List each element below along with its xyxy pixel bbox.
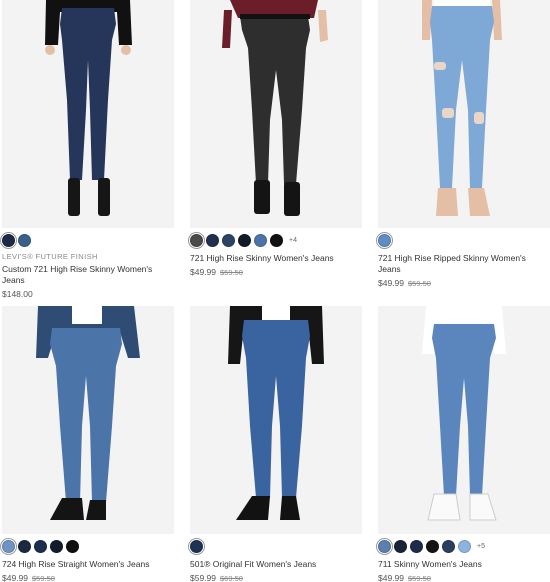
original-price: $59.50: [408, 574, 431, 582]
color-swatches: [2, 232, 174, 248]
product-name[interactable]: Custom 721 High Rise Skinny Women's Jean…: [2, 264, 174, 286]
product-card[interactable]: 721 High Rise Ripped Skinny Women's Jean…: [378, 0, 550, 288]
product-image[interactable]: [2, 0, 174, 228]
product-image[interactable]: [378, 0, 550, 228]
product-price: $49.99 $59.50: [378, 278, 550, 288]
color-swatches: [378, 232, 550, 248]
product-name[interactable]: 724 High Rise Straight Women's Jeans: [2, 559, 174, 570]
product-price: $49.99 $59.50: [2, 573, 174, 582]
product-card[interactable]: LEVI'S® FUTURE FINISH Custom 721 High Ri…: [2, 0, 174, 299]
color-swatch[interactable]: [190, 539, 203, 553]
color-swatch[interactable]: [18, 539, 31, 553]
color-swatches: +4: [190, 232, 362, 248]
original-price: $69.50: [220, 574, 243, 582]
color-swatch[interactable]: [270, 233, 283, 247]
more-colors-count[interactable]: +4: [289, 237, 297, 244]
sale-price: $49.99: [2, 573, 28, 582]
sale-price: $49.99: [378, 573, 404, 582]
sale-price: $148.00: [2, 289, 33, 299]
product-card[interactable]: +5 711 Skinny Women's Jeans $49.99 $59.50: [378, 306, 550, 582]
product-card[interactable]: 724 High Rise Straight Women's Jeans $49…: [2, 306, 174, 582]
product-name[interactable]: 721 High Rise Skinny Women's Jeans: [190, 253, 362, 264]
product-price: $49.99 $59.50: [190, 267, 362, 277]
jeans-photo-icon: [190, 306, 362, 534]
finish-label: LEVI'S® FUTURE FINISH: [2, 252, 98, 261]
color-swatches: [2, 538, 174, 554]
more-colors-count[interactable]: +5: [477, 543, 485, 550]
product-card[interactable]: +4 721 High Rise Skinny Women's Jeans $4…: [190, 0, 362, 277]
original-price: $59.50: [220, 268, 243, 277]
jeans-photo-icon: [378, 0, 550, 228]
color-swatch[interactable]: [254, 233, 267, 247]
product-price: $49.99 $59.50: [378, 573, 550, 582]
product-card[interactable]: 501® Original Fit Women's Jeans $59.99 $6…: [190, 306, 362, 582]
color-swatch[interactable]: [206, 233, 219, 247]
color-swatch[interactable]: [426, 539, 439, 553]
color-swatch[interactable]: [2, 233, 15, 247]
product-image[interactable]: [2, 306, 174, 534]
color-swatch[interactable]: [410, 539, 423, 553]
color-swatch[interactable]: [66, 539, 79, 553]
product-image[interactable]: [190, 306, 362, 534]
product-name[interactable]: 711 Skinny Women's Jeans: [378, 559, 550, 570]
color-swatch[interactable]: [378, 539, 391, 553]
color-swatch[interactable]: [238, 233, 251, 247]
original-price: $59.50: [408, 279, 431, 288]
product-name[interactable]: 501® Original Fit Women's Jeans: [190, 559, 362, 570]
product-image[interactable]: [190, 0, 362, 228]
color-swatch[interactable]: [222, 233, 235, 247]
color-swatch[interactable]: [34, 539, 47, 553]
original-price: $59.50: [32, 574, 55, 582]
color-swatch[interactable]: [18, 233, 31, 247]
color-swatch[interactable]: [378, 233, 391, 247]
color-swatch[interactable]: [50, 539, 63, 553]
color-swatch[interactable]: [394, 539, 407, 553]
sale-price: $49.99: [190, 267, 216, 277]
color-swatch[interactable]: [458, 539, 471, 553]
color-swatch[interactable]: [190, 233, 203, 247]
jeans-photo-icon: [2, 306, 174, 534]
jeans-photo-icon: [190, 0, 362, 228]
product-price: $59.99 $69.50: [190, 573, 362, 582]
color-swatches: [190, 538, 362, 554]
color-swatch[interactable]: [2, 539, 15, 553]
sale-price: $59.99: [190, 573, 216, 582]
jeans-photo-icon: [2, 0, 174, 228]
jeans-photo-icon: [378, 306, 550, 534]
color-swatches: +5: [378, 538, 550, 554]
product-image[interactable]: [378, 306, 550, 534]
product-name[interactable]: 721 High Rise Ripped Skinny Women's Jean…: [378, 253, 550, 275]
product-price: $148.00: [2, 289, 174, 299]
sale-price: $49.99: [378, 278, 404, 288]
color-swatch[interactable]: [442, 539, 455, 553]
